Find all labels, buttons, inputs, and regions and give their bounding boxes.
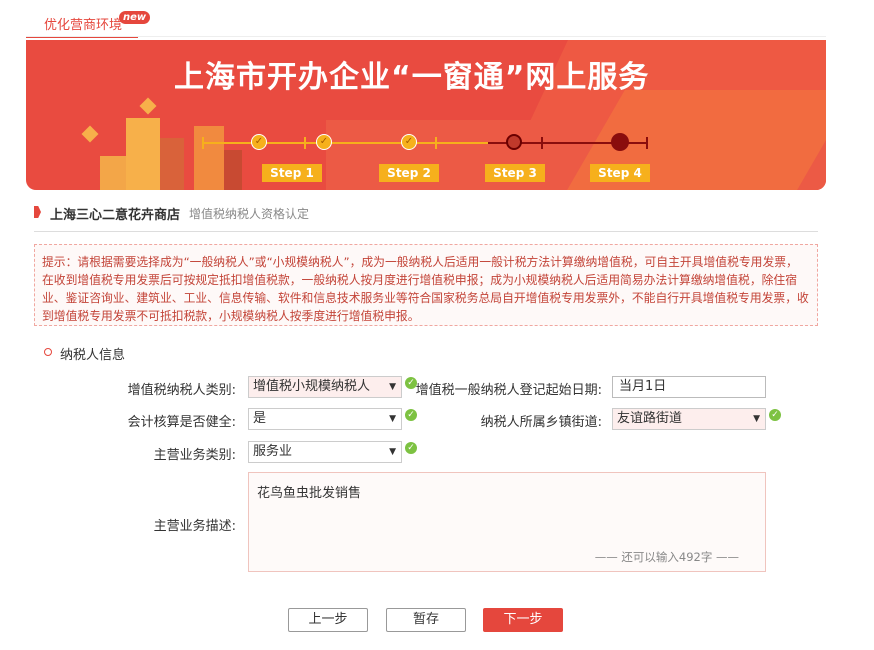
step-current-dot [506,134,522,150]
new-badge: new [119,11,151,24]
divider [34,231,818,232]
step-next-dot [611,133,629,151]
tab-label: 优化营商环境 [44,18,123,33]
vat-type-select[interactable]: 增值税小规模纳税人 ▼ [248,376,402,398]
tab-optimize-business-env[interactable]: 优化营商环境 new [26,8,151,38]
step-1-label: Step 1 [262,164,322,182]
save-draft-button[interactable]: 暂存 [386,608,466,632]
accounting-select[interactable]: 是 ▼ [248,408,402,430]
next-button[interactable]: 下一步 [483,608,563,632]
step-done-check-icon: ✓ [401,134,417,150]
dropdown-arrow-icon: ▼ [389,414,396,424]
cube [139,97,157,115]
banner-title: 上海市开办企业“一窗通”网上服务 [174,60,650,95]
cube [81,125,99,143]
street-value: 友谊路街道 [617,411,683,426]
dropdown-arrow-icon: ▼ [753,414,760,424]
progress-tick [435,137,437,149]
dropdown-arrow-icon: ▼ [389,382,396,392]
biz-desc-label: 主营业务描述: [153,519,236,534]
valid-check-icon: ✓ [405,409,417,421]
char-count-hint: —— 还可以输入492字 —— [594,550,739,564]
page-subtitle: 增值税纳税人资格认定 [189,207,310,221]
accounting-value: 是 [253,411,267,426]
step-4-label: Step 4 [590,164,650,182]
progress-tick [541,137,543,149]
step-3-label: Step 3 [485,164,545,182]
biz-desc-value: 花鸟鱼虫批发销售 [257,486,362,501]
step-progress: ✓ ✓ ✓ Step 1 Step 2 Step 3 Step 4 [202,132,652,182]
breadcrumb-marker-icon [34,206,41,218]
valid-check-icon: ✓ [405,442,417,454]
progress-done-line [202,142,488,144]
biz-type-label: 主营业务类别: [153,448,236,463]
dropdown-arrow-icon: ▼ [389,447,396,457]
circle-icon [44,348,52,356]
valid-check-icon: ✓ [769,409,781,421]
biz-type-select[interactable]: 服务业 ▼ [248,441,402,463]
progress-tick [202,137,204,149]
biz-desc-textarea[interactable]: 花鸟鱼虫批发销售 —— 还可以输入492字 —— [248,472,766,572]
accounting-label: 会计核算是否健全: [127,415,236,430]
reg-date-label: 增值税一般纳税人登记起始日期: [415,383,602,398]
hero-banner: 上海市开办企业“一窗通”网上服务 ✓ ✓ ✓ Step 1 Step 2 Ste… [26,40,826,190]
tab-divider [26,36,826,37]
company-name: 上海三心二意花卉商店 [50,208,181,223]
biz-type-value: 服务业 [253,444,293,459]
building [100,156,126,190]
progress-tick [304,137,306,149]
step-done-check-icon: ✓ [316,134,332,150]
vat-type-value: 增值税小规模纳税人 [253,379,371,394]
reg-date-field[interactable]: 当月1日 [612,376,766,398]
vat-type-label: 增值税纳税人类别: [127,383,236,398]
building [126,118,160,190]
street-label: 纳税人所属乡镇街道: [480,415,602,430]
street-select[interactable]: 友谊路街道 ▼ [612,408,766,430]
step-done-check-icon: ✓ [251,134,267,150]
building [160,138,184,190]
notice-box: 提示：请根据需要选择成为“一般纳税人”或“小规模纳税人”，成为一般纳税人后适用一… [34,244,818,326]
step-2-label: Step 2 [379,164,439,182]
prev-button[interactable]: 上一步 [288,608,368,632]
progress-tick [646,137,648,149]
section-title: 纳税人信息 [60,348,126,363]
